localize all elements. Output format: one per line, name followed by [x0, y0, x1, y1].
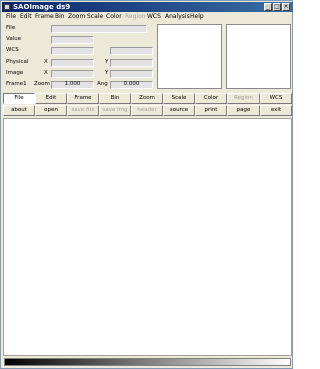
button-wcs[interactable]: WCS	[260, 93, 292, 104]
button-file[interactable]: File	[3, 93, 35, 104]
frame-label: Frame1	[6, 81, 27, 87]
menu-bin[interactable]: Bin	[55, 13, 65, 21]
magnifier-panel	[226, 24, 291, 89]
zoom-value: 1.000	[64, 81, 81, 87]
value-label: Value	[6, 36, 22, 42]
image-y-label: Y	[105, 70, 109, 76]
button-frame[interactable]: Frame	[67, 93, 99, 104]
minimize-button[interactable]: _	[264, 3, 272, 11]
button-edit[interactable]: Edit	[35, 93, 67, 104]
menu-edit[interactable]: Edit	[20, 13, 32, 21]
button-header[interactable]: header	[131, 105, 163, 116]
file-button-bar: about open save fits save img header sou…	[3, 105, 292, 116]
menu-zoom[interactable]: Zoom	[68, 13, 85, 21]
button-open[interactable]: open	[35, 105, 67, 116]
app-icon	[4, 4, 10, 10]
wcs-field-1	[51, 47, 94, 55]
file-field	[51, 25, 147, 33]
menu-region[interactable]: Region	[125, 13, 146, 21]
physical-x-label: X	[44, 59, 48, 65]
title-bar[interactable]: SAOImage ds9 _ □ ×	[2, 2, 293, 12]
button-page[interactable]: page	[227, 105, 260, 116]
physical-y-field	[110, 59, 153, 67]
image-x-field	[51, 70, 94, 78]
wcs-field-2	[110, 47, 153, 55]
menu-file[interactable]: File	[6, 13, 16, 21]
menu-help[interactable]: Help	[190, 13, 204, 21]
image-label: Image	[6, 70, 24, 76]
value-field	[51, 36, 94, 44]
button-source[interactable]: source	[163, 105, 195, 116]
image-y-field	[110, 70, 153, 78]
button-scale[interactable]: Scale	[163, 93, 195, 104]
menu-color[interactable]: Color	[106, 13, 122, 21]
menu-frame[interactable]: Frame	[35, 13, 54, 21]
button-region[interactable]: Region	[227, 93, 260, 104]
panner-panel[interactable]	[157, 24, 222, 89]
menu-analysis[interactable]: Analysis	[165, 13, 190, 21]
button-zoom[interactable]: Zoom	[131, 93, 163, 104]
menu-bar: File Edit Frame Bin Zoom Scale Color Reg…	[2, 12, 293, 22]
menu-scale[interactable]: Scale	[87, 13, 103, 21]
physical-x-field	[51, 59, 94, 67]
physical-label: Physical	[6, 59, 29, 65]
button-exit[interactable]: exit	[260, 105, 292, 116]
window-title: SAOImage ds9	[13, 3, 71, 11]
physical-y-label: Y	[105, 59, 109, 65]
main-button-bar: File Edit Frame Bin Zoom Scale Color Reg…	[3, 93, 292, 104]
file-label: File	[6, 25, 16, 31]
angle-label: Ang	[97, 81, 108, 87]
close-button[interactable]: ×	[282, 3, 290, 11]
image-x-label: X	[44, 70, 48, 76]
image-display-area[interactable]	[3, 118, 292, 356]
wcs-label: WCS	[6, 47, 19, 53]
angle-value: 0.000	[123, 81, 140, 87]
maximize-button[interactable]: □	[273, 3, 281, 11]
zoom-label: Zoom	[34, 81, 50, 87]
button-about[interactable]: about	[3, 105, 35, 116]
button-save-img[interactable]: save img	[99, 105, 131, 116]
button-print[interactable]: print	[195, 105, 227, 116]
button-bin[interactable]: Bin	[99, 93, 131, 104]
menu-wcs[interactable]: WCS	[147, 13, 161, 21]
button-save-fits[interactable]: save fits	[67, 105, 99, 116]
colorbar[interactable]	[4, 358, 291, 366]
button-color[interactable]: Color	[195, 93, 227, 104]
ds9-window: SAOImage ds9 _ □ × File Edit Frame Bin Z…	[0, 0, 293, 369]
